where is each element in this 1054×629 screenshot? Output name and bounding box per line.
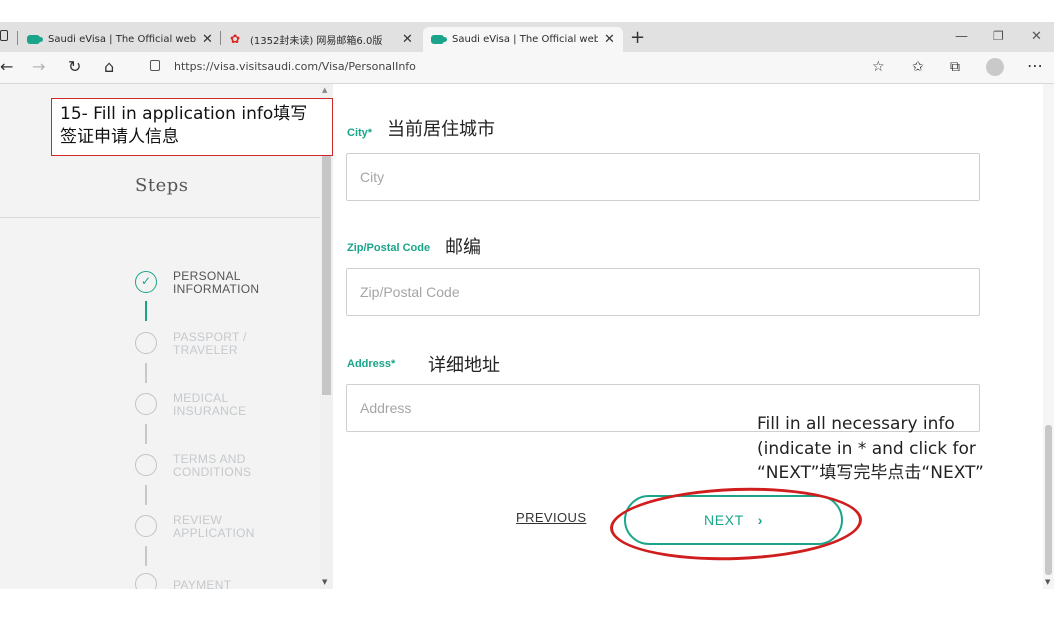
step-label-line: APPLICATION (173, 526, 255, 540)
step-circle-icon (135, 332, 157, 354)
step-connector (145, 363, 147, 383)
page-scrollbar-thumb[interactable] (1045, 425, 1052, 575)
annotation-line: (indicate in * and click for (757, 438, 976, 459)
forward-icon[interactable]: → (32, 57, 45, 76)
step-circle-icon (135, 454, 157, 476)
scroll-up-arrow-icon[interactable]: ▲ (322, 86, 327, 94)
next-button-label: NEXT (703, 512, 744, 528)
home-icon[interactable]: ⌂ (104, 57, 114, 76)
url-text[interactable]: https://visa.visitsaudi.com/Visa/Persona… (174, 60, 416, 73)
step-review-application[interactable]: REVIEW APPLICATION (173, 514, 283, 540)
tab-actions-icon[interactable] (0, 30, 8, 41)
city-input[interactable] (346, 153, 980, 201)
more-menu-icon[interactable]: ⋯ (1027, 56, 1043, 75)
tab-close-icon[interactable]: ✕ (202, 32, 213, 47)
tab-title: Saudi eVisa | The Official website (48, 34, 196, 45)
step-medical-insurance[interactable]: MEDICAL INSURANCE (173, 392, 283, 418)
tab-netease-mail[interactable]: ✿ (1352封未读) 网易邮箱6.0版 ✕ (230, 27, 420, 52)
top-strip (0, 0, 1054, 22)
step-label-line: TRAVELER (173, 343, 238, 357)
annotation-next-note: Fill in all necessary info (indicate in … (757, 412, 1037, 486)
chevron-right-icon: › (757, 512, 763, 528)
scroll-down-arrow-icon[interactable]: ▼ (322, 578, 327, 586)
step-personal-information[interactable]: PERSONAL INFORMATION (173, 270, 283, 296)
step-connector (145, 485, 147, 505)
annotation-line: Fill in all necessary info (757, 414, 955, 434)
annotation-line: 签证申请人信息 (60, 127, 179, 147)
new-tab-button[interactable]: + (630, 27, 645, 48)
tab-saudi-evisa-1[interactable]: Saudi eVisa | The Official website ✕ (27, 27, 217, 52)
close-window-button[interactable]: ✕ (1031, 29, 1042, 44)
steps-title: Steps (135, 175, 189, 196)
step-circle-icon (135, 515, 157, 537)
add-favorite-icon[interactable]: ☆ (872, 59, 885, 75)
step-terms-and-conditions[interactable]: TERMS AND CONDITIONS (173, 453, 283, 479)
step-connector (145, 546, 147, 566)
sidebar-divider (0, 217, 320, 218)
collections-icon[interactable]: ⧉ (950, 59, 960, 75)
restore-button[interactable]: ❐ (993, 29, 1004, 43)
zip-chinese-note: 邮编 (445, 237, 481, 258)
step-circle-icon (135, 393, 157, 415)
step-label-line: CONDITIONS (173, 465, 252, 479)
tab-separator (17, 31, 18, 45)
step-connector (145, 424, 147, 444)
scroll-down-arrow-icon[interactable]: ▼ (1045, 578, 1050, 586)
step-passport-traveler[interactable]: PASSPORT / TRAVELER (173, 331, 283, 357)
annotation-line: “NEXT”填写完毕点击“NEXT” (757, 463, 984, 483)
annotation-line: 15- Fill in application info填写 (60, 104, 308, 124)
previous-button[interactable]: PREVIOUS (516, 510, 586, 525)
tab-close-icon[interactable]: ✕ (402, 32, 413, 47)
tab-close-icon[interactable]: ✕ (604, 32, 615, 47)
next-button[interactable]: NEXT › (624, 495, 843, 545)
saudi-favicon-icon (27, 35, 43, 44)
refresh-icon[interactable]: ↻ (68, 57, 81, 76)
step-label-line: INSURANCE (173, 404, 247, 418)
lock-icon[interactable] (150, 60, 160, 71)
tab-title: Saudi eVisa | The Official website (452, 34, 598, 45)
address-chinese-note: 详细地址 (428, 355, 500, 376)
zip-label: Zip/Postal Code (347, 242, 431, 254)
bottom-area (0, 589, 1054, 629)
zip-input[interactable] (346, 268, 980, 316)
tab-saudi-evisa-active[interactable]: Saudi eVisa | The Official website ✕ (423, 27, 623, 52)
saudi-favicon-icon (431, 35, 447, 44)
step-done-check-icon: ✓ (135, 271, 157, 293)
tab-title: (1352封未读) 网易邮箱6.0版 (250, 36, 383, 47)
favorites-icon[interactable]: ✩ (912, 59, 924, 75)
profile-avatar[interactable] (986, 58, 1004, 76)
mail-favicon-icon: ✿ (230, 32, 241, 46)
tab-separator (220, 31, 221, 45)
step-label-line: INFORMATION (173, 282, 260, 296)
minimize-button[interactable]: — (955, 29, 968, 44)
city-label: City* (347, 127, 373, 139)
city-chinese-note: 当前居住城市 (387, 119, 495, 140)
annotation-step-note: 15- Fill in application info填写 签证申请人信息 (51, 98, 333, 156)
address-label: Address* (347, 358, 396, 370)
back-icon[interactable]: ← (0, 57, 13, 76)
step-connector (145, 301, 147, 321)
sidebar-scrollbar-thumb[interactable] (322, 150, 331, 395)
